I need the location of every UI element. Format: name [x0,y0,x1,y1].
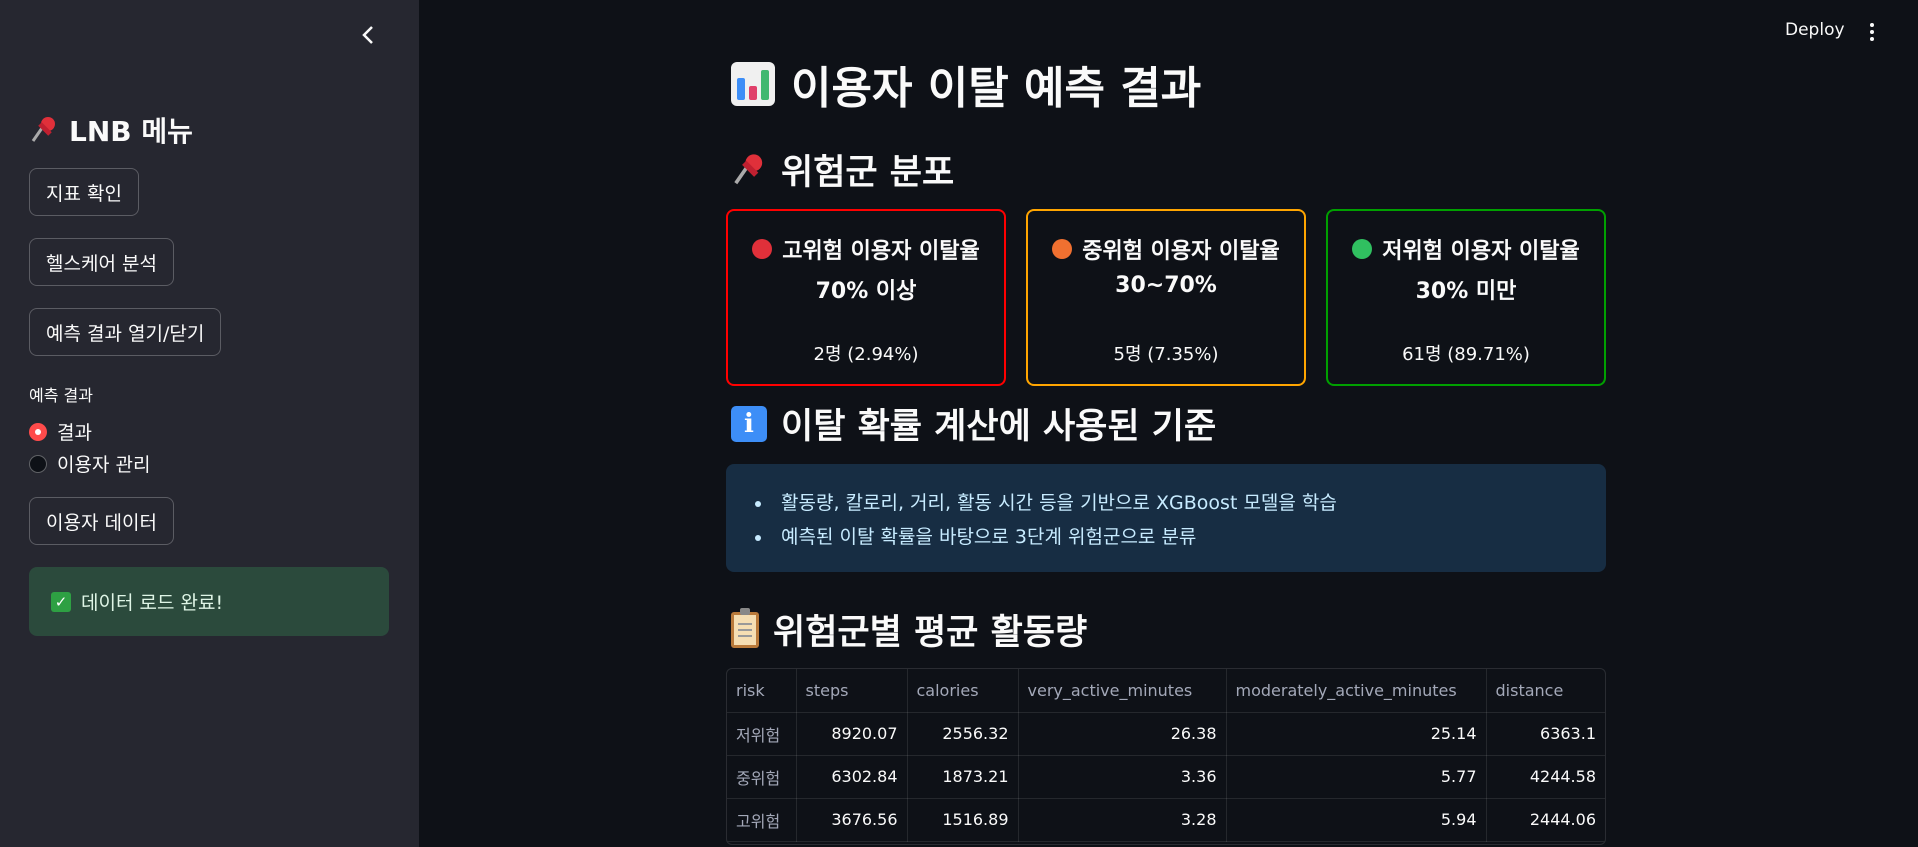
column-header[interactable]: steps [796,669,908,713]
red-circle-icon [752,239,773,259]
orange-circle-icon [1052,239,1073,259]
column-header[interactable]: calories [907,669,1019,713]
column-header[interactable]: distance [1486,669,1605,713]
table-cell[interactable]: 26.38 [1018,712,1227,756]
success-text: 데이터 로드 완료! [81,592,224,614]
table-row: 고위험 3676.56 1516.89 3.28 5.94 2444.06 [727,798,1605,842]
table-cell[interactable]: 3.36 [1018,755,1227,799]
clipboard-icon [731,607,759,648]
sidebar: LNB 메뉴 지표 확인 헬스케어 분석 예측 결과 열기/닫기 예측 결과 결… [0,0,419,847]
info-icon: i [731,405,767,442]
table-cell[interactable]: 2444.06 [1486,798,1605,842]
more-options-icon[interactable] [1862,20,1882,44]
card-title: 중위험 이용자 이탈율 [1082,239,1280,264]
table-header-row: risk steps calories very_active_minutes … [727,669,1605,713]
table-cell[interactable]: 8920.07 [796,712,908,756]
table-cell[interactable]: 5.77 [1226,755,1487,799]
column-header[interactable]: very_active_minutes [1018,669,1227,713]
list-item: 예측된 이탈 확률을 바탕으로 3단계 위험군으로 분류 [755,520,1606,554]
sidebar-heading-text: LNB 메뉴 [69,115,193,148]
table-cell[interactable]: 고위험 [727,798,797,842]
table-cell[interactable]: 6363.1 [1486,712,1605,756]
radio-unselected-icon [29,454,47,473]
check-icon: ✓ [51,591,71,612]
column-header[interactable]: moderately_active_minutes [1226,669,1487,713]
sidebar-collapse-button[interactable] [355,22,381,48]
metrics-button[interactable]: 지표 확인 [29,168,139,216]
table-cell[interactable]: 6302.84 [796,755,908,799]
table-cell[interactable]: 5.94 [1226,798,1487,842]
pushpin-icon [31,117,55,142]
deploy-button[interactable]: Deploy [1785,20,1845,40]
table-cell[interactable]: 4244.58 [1486,755,1605,799]
card-threshold: 30~70% [1115,273,1217,298]
table-cell[interactable]: 25.14 [1226,712,1487,756]
card-threshold: 30% 미만 [1415,279,1517,304]
card-count: 5명 (7.35%) [1113,344,1219,365]
section-heading-text: 이탈 확률 계산에 사용된 기준 [781,407,1217,447]
list-item: 활동량, 칼로리, 거리, 활동 시간 등을 기반으로 XGBoost 모델을 … [755,486,1606,520]
chevron-left-icon [362,26,373,44]
bar-chart-icon [731,62,775,106]
radio-option-label: 결과 [57,422,92,444]
healthcare-analysis-button[interactable]: 헬스케어 분석 [29,238,174,286]
radio-selected-icon [29,422,47,441]
card-title: 저위험 이용자 이탈율 [1382,239,1580,264]
table-cell[interactable]: 3676.56 [796,798,908,842]
pushpin-icon [734,153,763,184]
info-box: 활동량, 칼로리, 거리, 활동 시간 등을 기반으로 XGBoost 모델을 … [726,464,1606,572]
section-heading-text: 위험군 분포 [781,153,955,193]
radio-group-label: 예측 결과 [29,386,93,405]
table-cell[interactable]: 2556.32 [907,712,1019,756]
table-cell[interactable]: 3.28 [1018,798,1227,842]
card-threshold: 70% 이상 [815,279,917,304]
table-row: 중위험 6302.84 1873.21 3.36 5.77 4244.58 [727,755,1605,799]
radio-option-label: 이용자 관리 [57,454,151,476]
page-title-text: 이용자 이탈 예측 결과 [791,63,1202,114]
toggle-prediction-button[interactable]: 예측 결과 열기/닫기 [29,308,222,356]
table-row: 저위험 8920.07 2556.32 26.38 25.14 6363.1 [727,712,1605,756]
medium-risk-card: 중위험 이용자 이탈율 30~70% 5명 (7.35%) [1026,209,1306,386]
section-heading-text: 위험군별 평균 활동량 [773,613,1088,653]
section-heading-average-activity: 위험군별 평균 활동량 [731,604,1087,655]
low-risk-card: 저위험 이용자 이탈율 30% 미만 61명 (89.71%) [1326,209,1606,386]
user-data-button[interactable]: 이용자 데이터 [29,497,174,545]
card-title: 고위험 이용자 이탈율 [782,239,980,264]
table-cell[interactable]: 1516.89 [907,798,1019,842]
section-heading-risk-distribution: 위험군 분포 [731,144,954,195]
green-circle-icon [1352,239,1373,259]
section-heading-criteria: i 이탈 확률 계산에 사용된 기준 [731,398,1216,449]
table-cell[interactable]: 1873.21 [907,755,1019,799]
column-header[interactable]: risk [727,669,797,713]
success-alert: ✓ 데이터 로드 완료! [29,567,389,636]
radio-option-result[interactable]: 결과 [29,418,92,445]
card-count: 2명 (2.94%) [813,344,919,365]
radio-option-user-management[interactable]: 이용자 관리 [29,450,150,477]
sidebar-heading: LNB 메뉴 [29,110,193,150]
card-count: 61명 (89.71%) [1402,344,1530,365]
page-title: 이용자 이탈 예측 결과 [731,52,1201,116]
table-cell[interactable]: 중위험 [727,755,797,799]
table-cell[interactable]: 저위험 [727,712,797,756]
high-risk-card: 고위험 이용자 이탈율 70% 이상 2명 (2.94%) [726,209,1006,386]
activity-table[interactable]: risk steps calories very_active_minutes … [726,668,1606,845]
